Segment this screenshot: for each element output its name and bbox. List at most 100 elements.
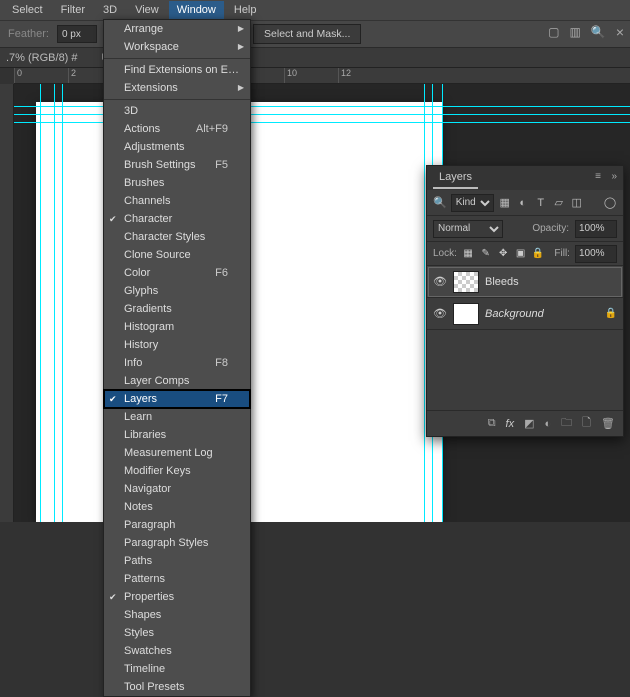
link-layers-icon[interactable]: ⧉ xyxy=(488,417,496,430)
layer-thumb[interactable] xyxy=(453,303,479,325)
menu-item-patterns[interactable]: Patterns xyxy=(104,570,250,588)
visibility-icon[interactable]: 👁 xyxy=(433,275,447,288)
lock-icon: 🔒 xyxy=(605,308,617,319)
layers-tab[interactable]: Layers xyxy=(433,167,478,189)
menu-item-learn[interactable]: Learn xyxy=(104,408,250,426)
layer-list: 👁 Bleeds 👁 Background 🔒 xyxy=(427,266,623,330)
menu-item-gradients[interactable]: Gradients xyxy=(104,300,250,318)
filter-type-icon[interactable]: T xyxy=(534,196,548,210)
menu-item-arrange[interactable]: Arrange▶ xyxy=(104,20,250,38)
menu-item-swatches[interactable]: Swatches xyxy=(104,642,250,660)
menu-item-glyphs[interactable]: Glyphs xyxy=(104,282,250,300)
menu-item-color[interactable]: ColorF6 xyxy=(104,264,250,282)
window-menu-dropdown: Arrange▶Workspace▶ Find Extensions on Exc… xyxy=(103,19,251,697)
menu-3d[interactable]: 3D xyxy=(95,1,125,19)
layers-footer: ⧉ fx ◩ ◐ 🗀 🗋 🗑 xyxy=(427,410,623,436)
menu-item-navigator[interactable]: Navigator xyxy=(104,480,250,498)
filter-shape-icon[interactable]: ▱ xyxy=(552,196,566,210)
menu-item-brushes[interactable]: Brushes xyxy=(104,174,250,192)
close-icon[interactable]: × xyxy=(616,24,624,40)
lock-pixel-icon[interactable]: ✎ xyxy=(479,247,492,260)
menu-item-character[interactable]: Character xyxy=(104,210,250,228)
menu-item-clone-source[interactable]: Clone Source xyxy=(104,246,250,264)
menu-item-paragraph[interactable]: Paragraph xyxy=(104,516,250,534)
lock-label: Lock: xyxy=(433,248,457,259)
panel-icon[interactable]: ▥ xyxy=(570,25,581,39)
visibility-icon[interactable]: 👁 xyxy=(433,307,447,320)
menu-filter[interactable]: Filter xyxy=(53,1,93,19)
delete-layer-icon[interactable]: 🗑 xyxy=(601,417,615,430)
menu-item-shapes[interactable]: Shapes xyxy=(104,606,250,624)
menu-view[interactable]: View xyxy=(127,1,167,19)
panel-close-icon[interactable]: » xyxy=(611,171,617,182)
new-layer-icon[interactable]: 🗋 xyxy=(582,414,591,433)
menu-help[interactable]: Help xyxy=(226,1,265,19)
menu-item-layers[interactable]: LayersF7 xyxy=(104,390,250,408)
menu-item-paths[interactable]: Paths xyxy=(104,552,250,570)
lock-trans-icon[interactable]: ▦ xyxy=(462,247,475,260)
lock-pos-icon[interactable]: ✥ xyxy=(497,247,510,260)
menu-select[interactable]: Select xyxy=(4,1,51,19)
layer-row[interactable]: 👁 Bleeds xyxy=(427,266,623,298)
menu-item-libraries[interactable]: Libraries xyxy=(104,426,250,444)
layer-name[interactable]: Bleeds xyxy=(485,276,617,288)
menu-item-notes[interactable]: Notes xyxy=(104,498,250,516)
opacity-input[interactable] xyxy=(575,220,617,238)
filter-toggle-icon[interactable]: ◯ xyxy=(603,196,617,210)
doc-status: .7% (RGB/8) # xyxy=(6,52,78,64)
app-menubar: Select Filter 3D View Window Help xyxy=(0,0,630,20)
menu-item-styles[interactable]: Styles xyxy=(104,624,250,642)
document-tabs: .7% (RGB/8) # Untitled... xyxy=(0,48,630,68)
filter-adjust-icon[interactable]: ◐ xyxy=(516,196,530,210)
menu-item-channels[interactable]: Channels xyxy=(104,192,250,210)
workspace-icon[interactable]: ▢ xyxy=(548,25,559,39)
menu-item-find-extensions-on-exchange-[interactable]: Find Extensions on Exchange... xyxy=(104,61,250,79)
panel-menu-icon[interactable]: ≡ xyxy=(595,171,601,182)
blend-row: Normal Opacity: xyxy=(427,216,623,242)
lock-all-icon[interactable]: 🔒 xyxy=(532,247,545,260)
layer-row[interactable]: 👁 Background 🔒 xyxy=(427,298,623,330)
filter-kind-select[interactable]: Kind xyxy=(451,194,494,212)
menu-item-timeline[interactable]: Timeline xyxy=(104,660,250,678)
fx-icon[interactable]: fx xyxy=(506,418,515,430)
mask-icon[interactable]: ◩ xyxy=(524,417,534,430)
layer-name[interactable]: Background xyxy=(485,308,599,320)
layers-panel: Layers ≡ » 🔍 Kind ▦ ◐ T ▱ ◫ ◯ Normal Opa… xyxy=(426,165,624,437)
menu-item-paragraph-styles[interactable]: Paragraph Styles xyxy=(104,534,250,552)
adjustment-icon[interactable]: ◐ xyxy=(545,418,552,430)
feather-label: Feather: xyxy=(8,28,49,40)
menu-item-tool-presets[interactable]: Tool Presets xyxy=(104,678,250,696)
menu-item-brush-settings[interactable]: Brush SettingsF5 xyxy=(104,156,250,174)
layer-thumb[interactable] xyxy=(453,271,479,293)
layers-filter-row: 🔍 Kind ▦ ◐ T ▱ ◫ ◯ xyxy=(427,190,623,216)
feather-input[interactable] xyxy=(57,25,97,43)
ruler-vertical xyxy=(0,84,14,522)
search-icon: 🔍 xyxy=(433,196,447,209)
menu-item-3d[interactable]: 3D xyxy=(104,102,250,120)
select-and-mask-button[interactable]: Select and Mask... xyxy=(253,24,361,44)
menu-item-character-styles[interactable]: Character Styles xyxy=(104,228,250,246)
filter-pixel-icon[interactable]: ▦ xyxy=(498,196,512,210)
search-icon[interactable]: 🔍 xyxy=(591,25,606,39)
blend-mode-select[interactable]: Normal xyxy=(433,220,503,238)
lock-row: Lock: ▦ ✎ ✥ ▣ 🔒 Fill: xyxy=(427,242,623,266)
menu-item-adjustments[interactable]: Adjustments xyxy=(104,138,250,156)
lock-art-icon[interactable]: ▣ xyxy=(514,247,527,260)
menu-window[interactable]: Window xyxy=(169,1,224,19)
menu-item-workspace[interactable]: Workspace▶ xyxy=(104,38,250,56)
menu-item-extensions[interactable]: Extensions▶ xyxy=(104,79,250,97)
opacity-label: Opacity: xyxy=(532,223,569,234)
menu-item-modifier-keys[interactable]: Modifier Keys xyxy=(104,462,250,480)
menu-item-info[interactable]: InfoF8 xyxy=(104,354,250,372)
menu-item-measurement-log[interactable]: Measurement Log xyxy=(104,444,250,462)
group-icon[interactable]: 🗀 xyxy=(561,414,572,433)
fill-label: Fill: xyxy=(554,248,570,259)
fill-input[interactable] xyxy=(575,245,617,263)
menu-item-layer-comps[interactable]: Layer Comps xyxy=(104,372,250,390)
menu-item-properties[interactable]: Properties xyxy=(104,588,250,606)
menu-item-history[interactable]: History xyxy=(104,336,250,354)
menu-item-actions[interactable]: ActionsAlt+F9 xyxy=(104,120,250,138)
menu-item-histogram[interactable]: Histogram xyxy=(104,318,250,336)
filter-smart-icon[interactable]: ◫ xyxy=(570,196,584,210)
window-controls: ▢ ▥ 🔍 × xyxy=(548,24,624,40)
